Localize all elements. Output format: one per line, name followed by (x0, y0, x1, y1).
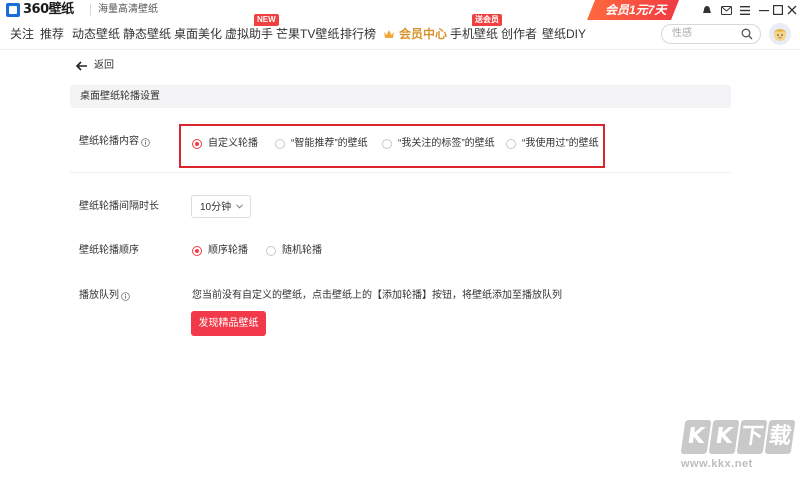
menu-icon[interactable] (738, 3, 752, 17)
info-icon[interactable] (141, 137, 150, 147)
avatar[interactable] (769, 23, 791, 45)
nav-item-desktop-beautify[interactable]: 桌面美化 (174, 27, 222, 41)
section-divider (70, 172, 731, 173)
radio-followed-tags[interactable]: “我关注的标签”的壁纸 (382, 138, 495, 150)
nav-item-follow[interactable]: 关注 (10, 27, 34, 41)
radio-indicator (506, 139, 516, 149)
title-bar: 360壁纸 海量高清壁纸 会员1元7天 (0, 0, 800, 20)
queue-text: 播放队列 (79, 290, 119, 301)
watermark-letter: K (680, 420, 712, 454)
radio-random[interactable]: 随机轮播 (266, 245, 322, 257)
maximize-icon[interactable] (771, 3, 785, 17)
search-input[interactable]: 性感 (661, 24, 761, 44)
vip-gift-badge: 送会员 (472, 14, 502, 26)
back-label: 返回 (94, 60, 114, 71)
radio-custom-rotation[interactable]: 自定义轮播 (192, 138, 258, 150)
order-label: 壁纸轮播顺序 (79, 245, 139, 256)
radio-label: “我关注的标签”的壁纸 (398, 138, 495, 149)
radio-smart-recommend[interactable]: “智能推荐”的壁纸 (275, 138, 368, 150)
radio-indicator (192, 139, 202, 149)
watermark-url: www.kkx.net (681, 458, 753, 470)
queue-empty-message: 您当前没有自定义的壁纸，点击壁纸上的【添加轮播】按钮，将壁纸添加至播放队列 (192, 290, 562, 301)
rotation-content-text: 壁纸轮播内容 (79, 136, 139, 147)
watermark-letter: 下 (736, 420, 768, 454)
title-divider (90, 4, 91, 16)
watermark-letter: K (708, 420, 740, 454)
logo-icon (6, 3, 20, 17)
radio-used-before[interactable]: “我使用过”的壁纸 (506, 138, 599, 150)
vip-center-label: 会员中心 (399, 27, 448, 41)
close-icon[interactable] (785, 3, 799, 17)
watermark-logo: K K 下 载 www.kkx.net (675, 420, 796, 475)
minimize-icon[interactable] (757, 3, 771, 17)
back-button[interactable]: 返回 (76, 60, 114, 72)
nav-item-ranking[interactable]: 排行榜 (340, 27, 376, 41)
nav-item-static-wallpaper[interactable]: 静态壁纸 (123, 27, 171, 41)
radio-sequential[interactable]: 顺序轮播 (192, 245, 248, 257)
nav-item-recommend[interactable]: 推荐 (40, 27, 64, 41)
main-nav: 关注 推荐 动态壁纸 静态壁纸 桌面美化 虚拟助手 NEW 芒果TV壁纸 排行榜… (0, 14, 800, 50)
radio-label: 自定义轮播 (208, 138, 258, 149)
interval-value: 10分钟 (200, 202, 232, 213)
queue-label: 播放队列 (79, 290, 130, 302)
radio-label: “我使用过”的壁纸 (522, 138, 599, 149)
search-icon[interactable] (741, 28, 753, 43)
mail-icon[interactable] (719, 3, 733, 17)
app-slogan: 海量高清壁纸 (98, 4, 158, 15)
skin-icon[interactable] (700, 3, 714, 17)
nav-item-vip-center[interactable]: 会员中心 (383, 27, 447, 41)
nav-item-mango-tv[interactable]: 芒果TV壁纸 (276, 27, 339, 41)
crown-icon (384, 30, 394, 38)
app-logo[interactable]: 360壁纸 (6, 3, 74, 17)
radio-label: “智能推荐”的壁纸 (291, 138, 368, 149)
radio-label: 随机轮播 (282, 245, 322, 256)
discover-wallpapers-button[interactable]: 发现精品壁纸 (191, 311, 266, 336)
radio-label: 顺序轮播 (208, 245, 248, 256)
section-header: 桌面壁纸轮播设置 (70, 85, 731, 108)
interval-select[interactable]: 10分钟 (191, 195, 251, 218)
new-badge: NEW (254, 14, 279, 26)
radio-indicator (382, 139, 392, 149)
nav-item-mobile-wallpaper[interactable]: 手机壁纸 (450, 27, 498, 41)
section-title: 桌面壁纸轮播设置 (80, 91, 160, 102)
chevron-down-icon (236, 204, 243, 209)
radio-indicator (275, 139, 285, 149)
watermark-letters: K K 下 载 (680, 420, 796, 454)
radio-indicator (266, 246, 276, 256)
vip-promo-banner[interactable]: 会员1元7天 (587, 0, 679, 20)
watermark-letter: 载 (764, 420, 796, 454)
logo-text: 360壁纸 (23, 2, 74, 17)
nav-item-live-wallpaper[interactable]: 动态壁纸 (72, 27, 120, 41)
interval-label: 壁纸轮播间隔时长 (79, 201, 159, 212)
radio-indicator (192, 246, 202, 256)
nav-item-wallpaper-diy[interactable]: 壁纸DIY (542, 27, 586, 41)
nav-item-creator[interactable]: 创作者 (501, 27, 537, 41)
nav-item-virtual-assistant[interactable]: 虚拟助手 (225, 27, 273, 41)
rotation-content-label: 壁纸轮播内容 (79, 136, 150, 148)
arrow-left-icon (76, 61, 87, 71)
search-placeholder: 性感 (672, 28, 692, 39)
info-icon[interactable] (121, 291, 130, 301)
